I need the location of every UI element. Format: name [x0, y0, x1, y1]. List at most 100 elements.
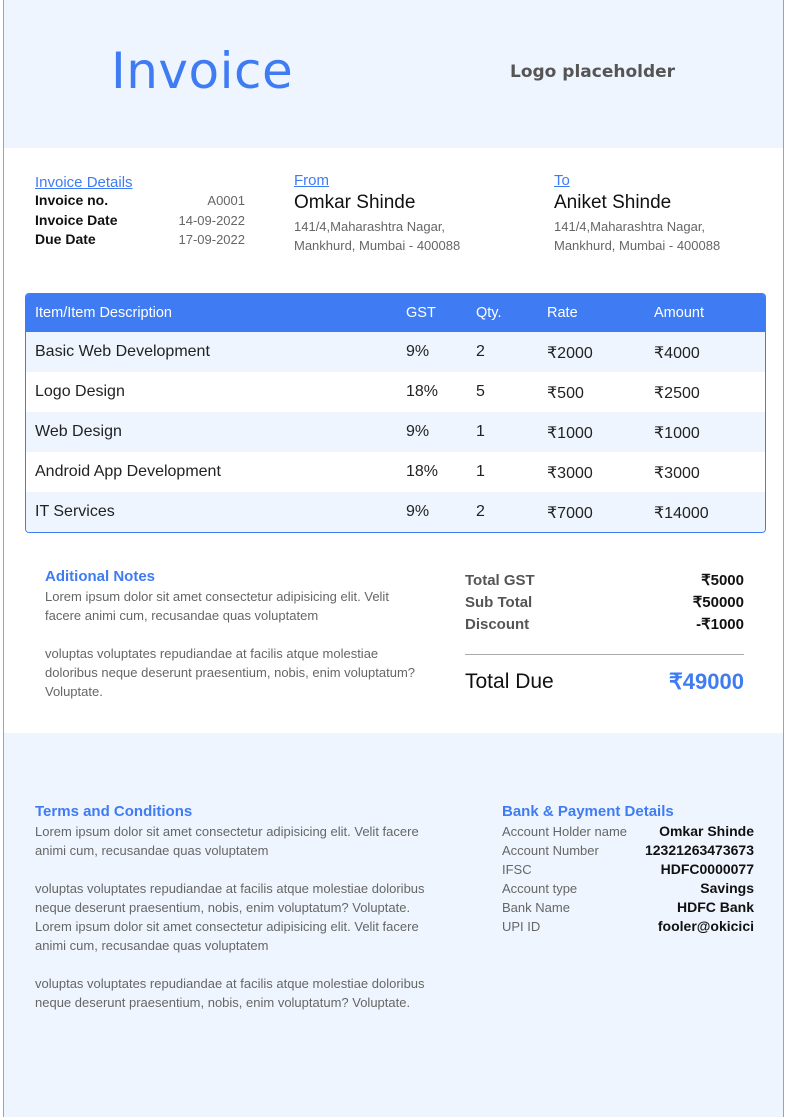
- total-value: -₹1000: [696, 616, 744, 633]
- bank-row: Account Number 12321263473673: [502, 841, 754, 860]
- bank-value: Omkar Shinde: [659, 823, 754, 839]
- bank-value: HDFC Bank: [676, 899, 754, 915]
- notes-heading: Aditional Notes: [45, 568, 156, 585]
- total-row: Sub Total ₹50000: [465, 592, 744, 614]
- cell-gst: 18%: [406, 463, 439, 480]
- detail-label: Invoice Date: [35, 211, 118, 228]
- cell-amount: ₹3000: [654, 465, 700, 482]
- cell-amount: ₹14000: [654, 505, 709, 522]
- detail-value: 17-09-2022: [178, 232, 246, 247]
- bank-label: Account Holder name: [502, 824, 628, 839]
- totals-summary: Total GST ₹5000 Sub Total ₹50000 Discoun…: [465, 570, 744, 695]
- table-row: Android App Development 18% 1 ₹3000 ₹300…: [26, 452, 765, 492]
- logo-placeholder: Logo placeholder: [510, 62, 676, 82]
- cell-item: Web Design: [35, 423, 122, 440]
- cell-item: Logo Design: [35, 383, 125, 400]
- total-label: Sub Total: [465, 594, 533, 611]
- cell-rate: ₹1000: [547, 425, 593, 442]
- bank-label: UPI ID: [502, 919, 541, 934]
- total-value: ₹5000: [701, 572, 744, 589]
- to-name: Aniket Shinde: [554, 192, 672, 213]
- total-due-value: ₹49000: [668, 669, 744, 694]
- column-header-qty: Qty.: [476, 305, 502, 321]
- to-address-line1: 141/4,Maharashtra Nagar,: [554, 219, 706, 234]
- bank-row: Bank Name HDFC Bank: [502, 898, 754, 917]
- cell-gst: 9%: [406, 343, 430, 360]
- cell-rate: ₹3000: [547, 465, 593, 482]
- terms-and-conditions: Terms and Conditions Lorem ipsum dolor s…: [35, 803, 435, 1031]
- bank-value: 12321263473673: [644, 842, 754, 858]
- notes-paragraph: voluptas voluptates repudiandae at facil…: [45, 646, 416, 699]
- total-label: Total GST: [465, 572, 535, 589]
- column-header-item: Item/Item Description: [35, 305, 172, 321]
- table-header: Item/Item Description GST Qty. Rate Amou…: [26, 294, 765, 332]
- table-row: IT Services 9% 2 ₹7000 ₹14000: [26, 492, 765, 532]
- cell-amount: ₹4000: [654, 345, 700, 362]
- cell-qty: 2: [476, 343, 485, 360]
- additional-notes: Aditional Notes Lorem ipsum dolor sit am…: [45, 568, 425, 720]
- table-row: Web Design 9% 1 ₹1000 ₹1000: [26, 412, 765, 452]
- cell-amount: ₹1000: [654, 425, 700, 442]
- from-address-line1: 141/4,Maharashtra Nagar,: [294, 219, 446, 234]
- to-party: To Aniket Shinde 141/4,Maharashtra Nagar…: [554, 172, 754, 255]
- total-row: Discount -₹1000: [465, 614, 744, 636]
- terms-paragraph: voluptas voluptates repudiandae at facil…: [35, 976, 425, 1010]
- from-heading[interactable]: From: [294, 172, 494, 189]
- total-label: Discount: [465, 616, 530, 633]
- bank-row: IFSC HDFC0000077: [502, 860, 754, 879]
- cell-qty: 2: [476, 503, 485, 520]
- cell-gst: 9%: [406, 423, 430, 440]
- cell-item: IT Services: [35, 503, 115, 520]
- bank-heading: Bank & Payment Details: [502, 803, 674, 820]
- to-address-line2: Mankhurd, Mumbai - 400088: [554, 238, 721, 253]
- cell-qty: 1: [476, 463, 485, 480]
- cell-qty: 1: [476, 423, 485, 440]
- invoice-header: Invoice Logo placeholder: [4, 0, 783, 148]
- bank-row: Account type Savings: [502, 879, 754, 898]
- terms-paragraph: voluptas voluptates repudiandae at facil…: [35, 881, 425, 953]
- bank-payment-details: Bank & Payment Details Account Holder na…: [502, 803, 754, 936]
- page-title: Invoice: [111, 42, 294, 100]
- detail-label: Invoice no.: [35, 192, 109, 208]
- cell-qty: 5: [476, 383, 485, 400]
- bank-label: Account Number: [502, 843, 599, 858]
- column-header-amount: Amount: [654, 305, 704, 321]
- bank-value: Savings: [700, 880, 754, 896]
- cell-gst: 9%: [406, 503, 430, 520]
- table-row: Basic Web Development 9% 2 ₹2000 ₹4000: [26, 332, 765, 372]
- detail-row: Invoice no. A0001: [35, 191, 245, 211]
- bank-value: fooler@okicici: [657, 918, 754, 934]
- detail-row: Invoice Date 14-09-2022: [35, 211, 245, 231]
- from-name: Omkar Shinde: [294, 192, 416, 213]
- column-header-rate: Rate: [547, 305, 578, 321]
- bank-label: IFSC: [502, 862, 532, 877]
- items-table: Item/Item Description GST Qty. Rate Amou…: [25, 293, 766, 533]
- from-address-line2: Mankhurd, Mumbai - 400088: [294, 238, 461, 253]
- total-value: ₹50000: [692, 594, 744, 611]
- bank-row: Account Holder name Omkar Shinde: [502, 822, 754, 841]
- invoice-details-heading[interactable]: Invoice Details: [35, 174, 245, 191]
- invoice-details: Invoice Details Invoice no. A0001 Invoic…: [35, 174, 245, 250]
- table-row: Logo Design 18% 5 ₹500 ₹2500: [26, 372, 765, 412]
- to-heading[interactable]: To: [554, 172, 754, 189]
- cell-rate: ₹2000: [547, 345, 593, 362]
- detail-value: 14-09-2022: [178, 212, 246, 228]
- detail-label: Due Date: [35, 231, 96, 247]
- bank-value: HDFC0000077: [660, 861, 754, 877]
- cell-gst: 18%: [406, 383, 439, 400]
- bank-label: Account type: [502, 881, 578, 896]
- cell-item: Android App Development: [35, 463, 221, 480]
- terms-paragraph: Lorem ipsum dolor sit amet consectetur a…: [35, 824, 419, 858]
- cell-rate: ₹500: [547, 385, 584, 402]
- notes-paragraph: Lorem ipsum dolor sit amet consectetur a…: [45, 589, 389, 623]
- bank-label: Bank Name: [502, 900, 570, 915]
- detail-value: A0001: [207, 193, 245, 208]
- invoice-page: Invoice Logo placeholder Invoice Details…: [3, 0, 784, 1117]
- total-due-row: Total Due ₹49000: [465, 669, 744, 695]
- terms-heading: Terms and Conditions: [35, 803, 193, 820]
- detail-row: Due Date 17-09-2022: [35, 230, 245, 250]
- bank-row: UPI ID fooler@okicici: [502, 917, 754, 936]
- cell-item: Basic Web Development: [35, 343, 210, 360]
- totals-divider: [465, 654, 744, 655]
- total-due-label: Total Due: [465, 670, 554, 693]
